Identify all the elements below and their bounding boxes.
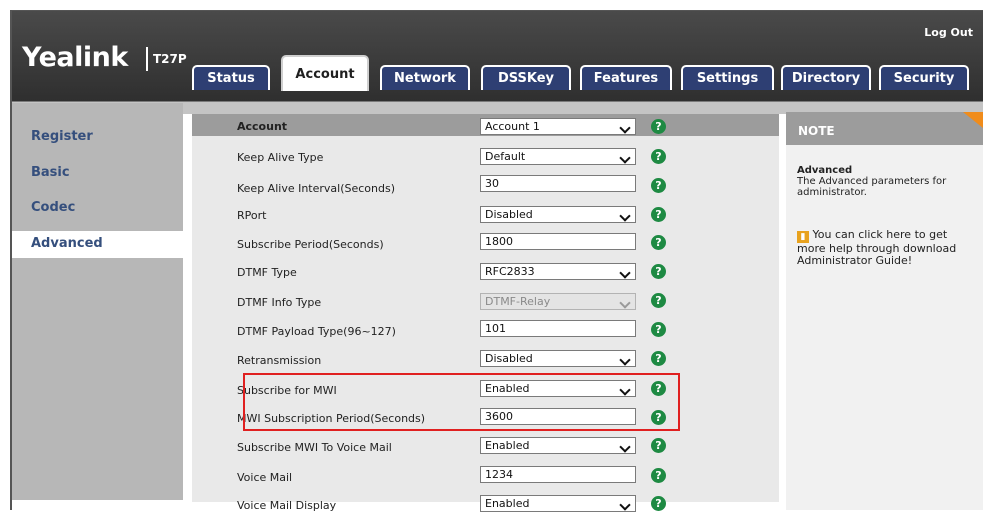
note-corner-tab — [963, 112, 983, 128]
keep-alive-interval-label: Keep Alive Interval(Seconds) — [237, 182, 396, 195]
note-title: Advanced — [797, 165, 853, 176]
sidebar-item-advanced[interactable]: Advanced — [31, 236, 103, 251]
sidebar-item-basic[interactable]: Basic — [31, 165, 70, 180]
subscribe-mwi-voicemail-label: Subscribe MWI To Voice Mail — [237, 441, 392, 454]
note-help-link[interactable]: ▮ You can click here to get more help th… — [797, 229, 977, 267]
model-label: T27P — [153, 52, 187, 66]
help-icon[interactable]: ? — [651, 322, 666, 337]
note-heading: NOTE — [786, 112, 983, 145]
help-icon[interactable]: ? — [651, 119, 666, 134]
note-help-text: You can click here to get more help thro… — [797, 228, 957, 267]
subscribe-period-label: Subscribe Period(Seconds) — [237, 238, 384, 251]
dtmf-info-type-select: DTMF-Relay — [480, 293, 636, 310]
keep-alive-interval-input[interactable]: 30 — [480, 175, 636, 192]
help-icon[interactable]: ? — [651, 438, 666, 453]
account-label: Account — [237, 120, 288, 133]
rport-label: RPort — [237, 209, 267, 222]
yealink-logo: Yealink — [22, 42, 128, 73]
voice-mail-label: Voice Mail — [237, 471, 293, 484]
retransmission-label: Retransmission — [237, 354, 322, 367]
tab-settings[interactable]: Settings — [681, 65, 774, 90]
keep-alive-type-label: Keep Alive Type — [237, 151, 324, 164]
tab-directory[interactable]: Directory — [781, 65, 871, 90]
subscribe-period-input[interactable]: 1800 — [480, 233, 636, 250]
dtmf-payload-type-label: DTMF Payload Type(96~127) — [237, 325, 396, 338]
account-select[interactable]: Account 1 — [480, 118, 636, 135]
subscribe-mwi-voicemail-select[interactable]: Enabled — [480, 437, 636, 454]
dtmf-type-label: DTMF Type — [237, 266, 297, 279]
tab-network[interactable]: Network — [380, 65, 470, 90]
help-icon[interactable]: ? — [651, 207, 666, 222]
keep-alive-type-select[interactable]: Default — [480, 148, 636, 165]
help-icon[interactable]: ? — [651, 264, 666, 279]
sidebar — [12, 103, 183, 500]
dtmf-payload-type-input[interactable]: 101 — [480, 320, 636, 337]
sidebar-item-register[interactable]: Register — [31, 129, 93, 144]
tab-security[interactable]: Security — [879, 65, 969, 90]
help-icon[interactable]: ? — [651, 496, 666, 511]
note-description: The Advanced parameters for administrato… — [797, 176, 947, 198]
logout-link[interactable]: Log Out — [924, 26, 973, 39]
tab-features[interactable]: Features — [580, 65, 672, 90]
tab-dsskey[interactable]: DSSKey — [481, 65, 571, 90]
sidebar-item-codec[interactable]: Codec — [31, 200, 75, 215]
voice-mail-display-select[interactable]: Enabled — [480, 495, 636, 512]
help-icon[interactable]: ? — [651, 178, 666, 193]
dtmf-type-select[interactable]: RFC2833 — [480, 263, 636, 280]
help-icon[interactable]: ? — [651, 293, 666, 308]
dtmf-info-type-label: DTMF Info Type — [237, 296, 322, 309]
help-icon[interactable]: ? — [651, 149, 666, 164]
voice-mail-input[interactable]: 1234 — [480, 466, 636, 483]
help-icon[interactable]: ? — [651, 235, 666, 250]
tab-status[interactable]: Status — [192, 65, 270, 90]
logo-separator — [146, 47, 148, 71]
rport-select[interactable]: Disabled — [480, 206, 636, 223]
voice-mail-display-label: Voice Mail Display — [237, 499, 337, 512]
retransmission-select[interactable]: Disabled — [480, 350, 636, 367]
help-icon[interactable]: ? — [651, 351, 666, 366]
tab-account[interactable]: Account — [281, 55, 369, 91]
help-icon[interactable]: ? — [651, 468, 666, 483]
highlight-box — [243, 373, 680, 431]
